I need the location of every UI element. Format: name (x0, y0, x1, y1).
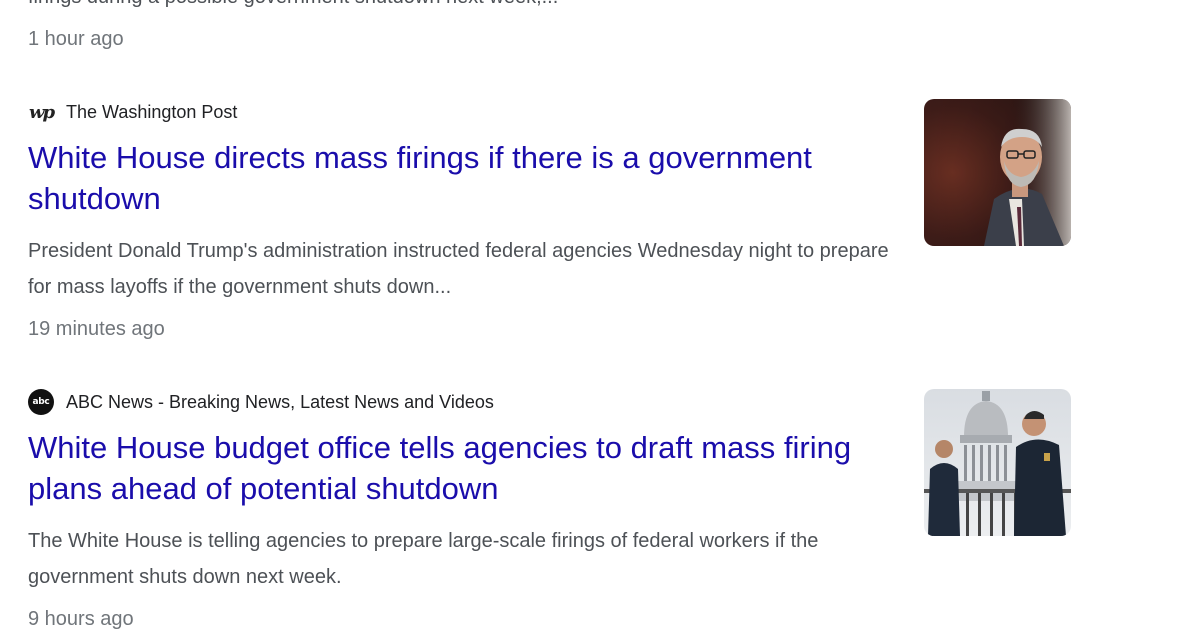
news-result-abc-news[interactable]: abc ABC News - Breaking News, Latest New… (28, 389, 1148, 630)
source-row[interactable]: abc ABC News - Breaking News, Latest New… (28, 389, 494, 415)
source-name[interactable]: ABC News - Breaking News, Latest News an… (66, 392, 494, 413)
previous-article-time: 1 hour ago (28, 28, 124, 50)
man-in-suit-photo-icon (924, 99, 1071, 246)
article-thumbnail-image[interactable] (924, 99, 1071, 246)
source-row[interactable]: wp The Washington Post (28, 99, 237, 125)
previous-article-snippet: firings during a possible government shu… (28, 0, 888, 9)
capitol-police-photo-icon (924, 389, 1071, 536)
source-name[interactable]: The Washington Post (66, 102, 237, 123)
news-result-washington-post[interactable]: wp The Washington Post White House direc… (28, 99, 1148, 349)
article-snippet: President Donald Trump's administration … (28, 240, 889, 298)
news-results-page: firings during a possible government shu… (0, 0, 1178, 630)
article-time: 19 minutes ago (28, 318, 165, 340)
abc-news-logo-icon: abc (28, 389, 54, 415)
article-snippet: The White House is telling agencies to p… (28, 530, 819, 588)
article-thumbnail-image[interactable] (924, 389, 1071, 536)
article-headline-link[interactable]: White House budget office tells agencies… (28, 427, 888, 509)
washington-post-logo-icon: wp (28, 101, 55, 123)
article-time: 9 hours ago (28, 608, 134, 630)
article-headline-link[interactable]: White House directs mass firings if ther… (28, 137, 888, 219)
